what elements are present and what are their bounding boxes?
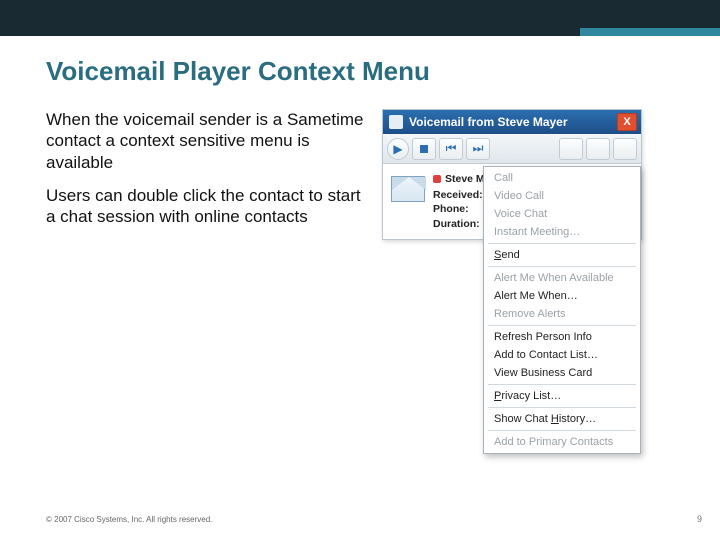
close-icon: X bbox=[623, 116, 630, 128]
menu-item[interactable]: Refresh Person Info bbox=[484, 328, 640, 346]
menu-item[interactable]: Show Chat History… bbox=[484, 410, 640, 428]
menu-item: Instant Meeting… bbox=[484, 223, 640, 241]
prev-icon: ⏮ bbox=[446, 141, 457, 156]
menu-item[interactable]: Alert Me When… bbox=[484, 287, 640, 305]
menu-item: Add to Primary Contacts bbox=[484, 433, 640, 451]
slide-content: Voicemail Player Context Menu When the v… bbox=[0, 36, 720, 240]
voicemail-window: Voicemail from Steve Mayer X ▶ ⏮ ⏭ bbox=[382, 109, 642, 240]
slide-para-1: When the voicemail sender is a Sametime … bbox=[46, 109, 366, 173]
toolbar-extra-1[interactable] bbox=[559, 138, 583, 160]
slide-title: Voicemail Player Context Menu bbox=[46, 56, 684, 87]
player-toolbar: ▶ ⏮ ⏭ bbox=[383, 134, 641, 164]
menu-item[interactable]: Privacy List… bbox=[484, 387, 640, 405]
play-button[interactable]: ▶ bbox=[387, 138, 409, 160]
prev-button[interactable]: ⏮ bbox=[439, 138, 463, 160]
slide-top-bar bbox=[0, 0, 720, 36]
next-icon: ⏭ bbox=[473, 141, 484, 156]
received-label: Received: bbox=[433, 188, 487, 202]
toolbar-extra-2[interactable] bbox=[586, 138, 610, 160]
next-button[interactable]: ⏭ bbox=[466, 138, 490, 160]
phone-label: Phone: bbox=[433, 202, 487, 216]
window-titlebar: Voicemail from Steve Mayer X bbox=[383, 110, 641, 134]
page-number: 9 bbox=[697, 514, 702, 524]
close-button[interactable]: X bbox=[617, 113, 637, 131]
presence-icon bbox=[433, 175, 441, 183]
menu-item: Video Call bbox=[484, 187, 640, 205]
mail-icon bbox=[391, 176, 425, 202]
stop-icon bbox=[420, 145, 428, 153]
slide-para-2: Users can double click the contact to st… bbox=[46, 185, 366, 228]
menu-item[interactable]: Add to Contact List… bbox=[484, 346, 640, 364]
screenshot-column: Voicemail from Steve Mayer X ▶ ⏮ ⏭ bbox=[382, 109, 684, 240]
window-title: Voicemail from Steve Mayer bbox=[409, 115, 611, 129]
app-icon bbox=[389, 115, 403, 129]
stop-button[interactable] bbox=[412, 138, 436, 160]
menu-item: Call bbox=[484, 169, 640, 187]
duration-label: Duration: bbox=[433, 217, 487, 231]
menu-separator bbox=[488, 266, 636, 267]
menu-separator bbox=[488, 384, 636, 385]
menu-separator bbox=[488, 243, 636, 244]
accent-stripe bbox=[580, 28, 720, 36]
menu-separator bbox=[488, 325, 636, 326]
slide-text-column: When the voicemail sender is a Sametime … bbox=[46, 109, 366, 240]
menu-item: Alert Me When Available bbox=[484, 269, 640, 287]
menu-item[interactable]: View Business Card bbox=[484, 364, 640, 382]
menu-item[interactable]: Send bbox=[484, 246, 640, 264]
menu-item: Remove Alerts bbox=[484, 305, 640, 323]
menu-separator bbox=[488, 430, 636, 431]
copyright-footer: © 2007 Cisco Systems, Inc. All rights re… bbox=[46, 515, 212, 524]
menu-item: Voice Chat bbox=[484, 205, 640, 223]
play-icon: ▶ bbox=[393, 142, 402, 156]
toolbar-extra-3[interactable] bbox=[613, 138, 637, 160]
context-menu: CallVideo CallVoice ChatInstant Meeting…… bbox=[483, 166, 641, 454]
menu-separator bbox=[488, 407, 636, 408]
